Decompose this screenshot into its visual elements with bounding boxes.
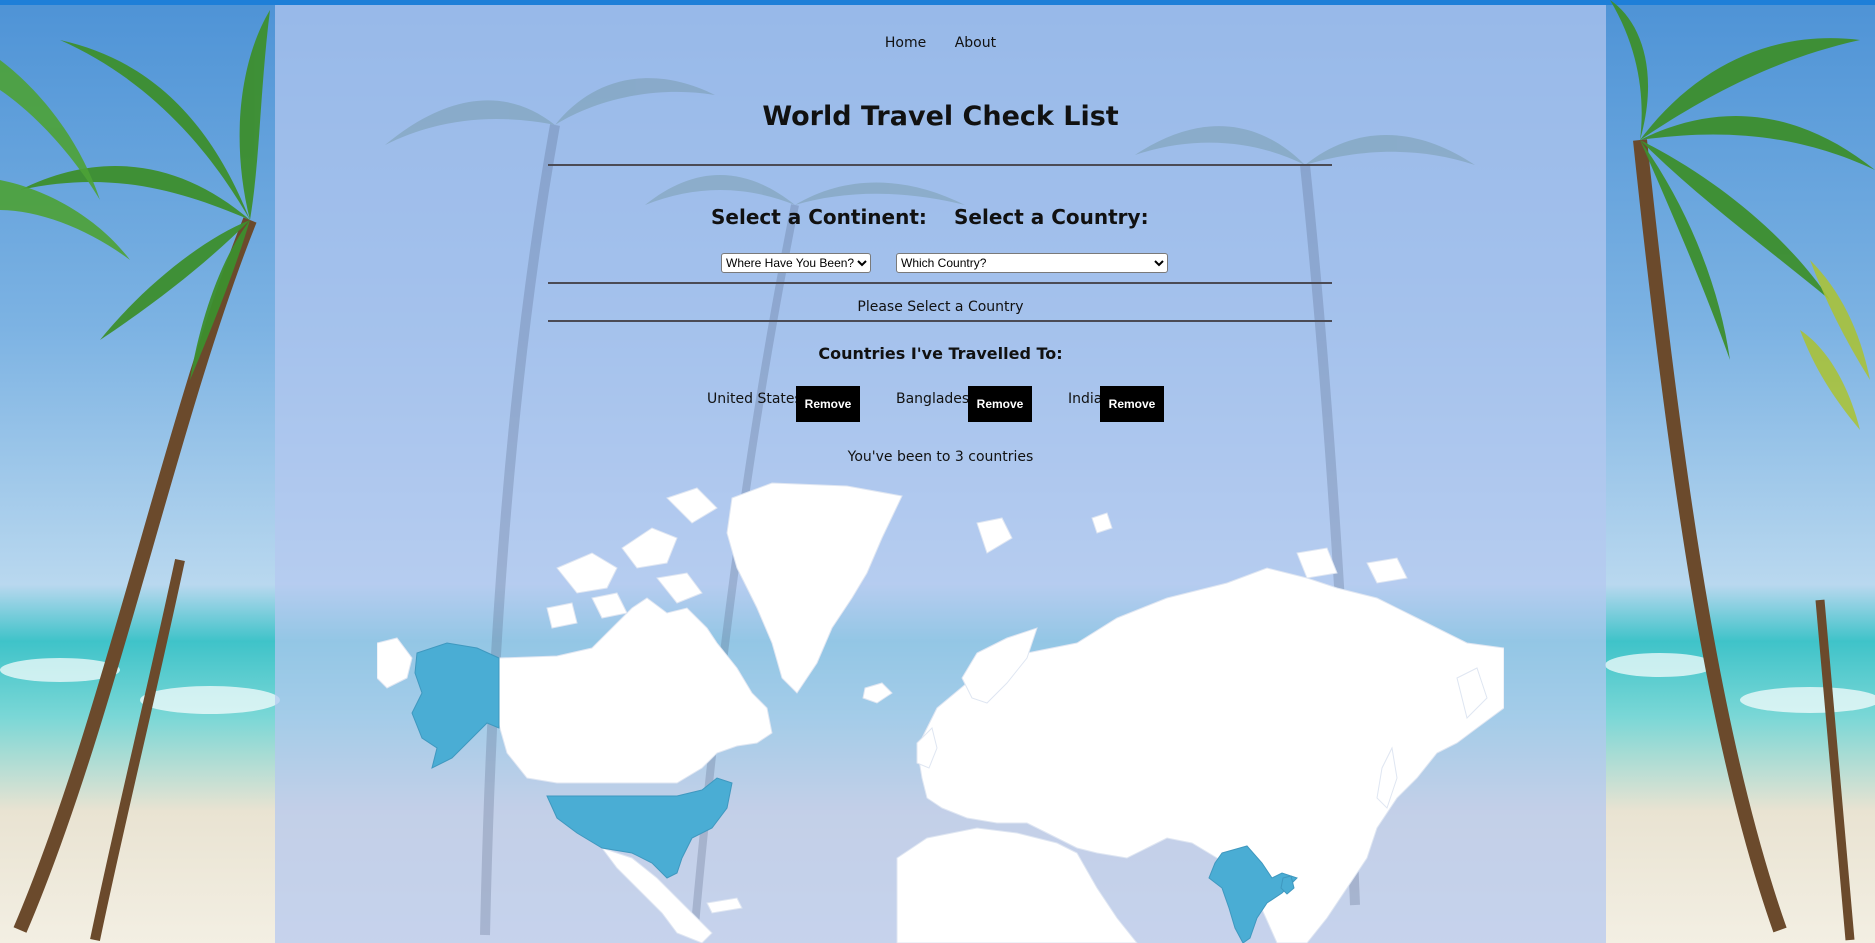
greenland-shape: [726, 482, 903, 694]
world-map: [377, 482, 1504, 943]
canada-shape: [496, 597, 773, 784]
divider: [548, 164, 1332, 166]
country-name: Bangladesh: [896, 391, 979, 407]
status-message: Please Select a Country: [857, 299, 1024, 315]
content-panel: Home About World Travel Check List Selec…: [275, 5, 1606, 943]
united-states-shape: [546, 777, 733, 879]
country-select[interactable]: Which Country?: [896, 253, 1168, 273]
nav-home-link[interactable]: Home: [885, 35, 926, 51]
remove-button[interactable]: Remove: [968, 386, 1032, 422]
alaska-shape: [411, 642, 500, 769]
continent-label: Select a Continent:: [711, 205, 927, 229]
remove-button[interactable]: Remove: [1100, 386, 1164, 422]
remove-button[interactable]: Remove: [796, 386, 860, 422]
top-navigation: Home About: [275, 35, 1606, 51]
nav-about-link[interactable]: About: [955, 35, 996, 51]
country-label: Select a Country:: [954, 205, 1149, 229]
country-count: You've been to 3 countries: [847, 449, 1034, 465]
travelled-heading: Countries I've Travelled To:: [818, 344, 1063, 363]
page-title: World Travel Check List: [762, 101, 1119, 132]
divider: [548, 282, 1332, 284]
country-name: United States: [707, 391, 802, 407]
divider: [548, 320, 1332, 322]
country-name: India: [1068, 391, 1103, 407]
continent-select[interactable]: Where Have You Been?: [721, 253, 871, 273]
